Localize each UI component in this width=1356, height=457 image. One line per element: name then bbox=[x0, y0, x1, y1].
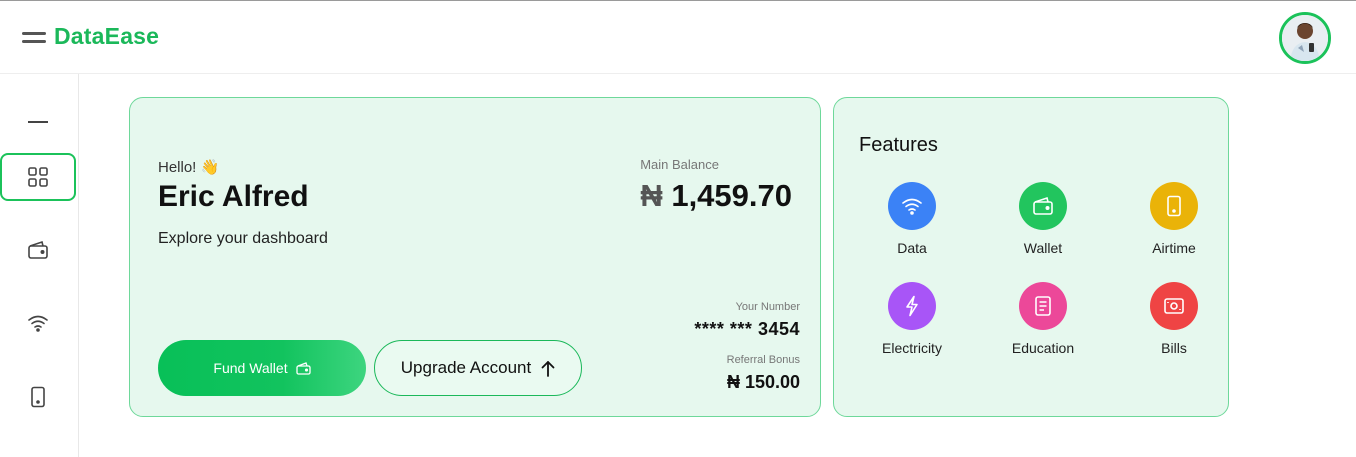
sidebar-item-airtime[interactable] bbox=[0, 373, 76, 421]
feature-label: Electricity bbox=[882, 340, 942, 356]
arrow-up-icon bbox=[541, 360, 555, 377]
feature-airtime[interactable]: Airtime bbox=[1119, 182, 1229, 256]
upgrade-account-button[interactable]: Upgrade Account bbox=[374, 340, 582, 396]
feature-education-badge bbox=[1019, 282, 1067, 330]
sidebar-item-data[interactable] bbox=[0, 299, 76, 347]
your-number-label: Your Number bbox=[735, 301, 800, 313]
book-icon bbox=[1035, 296, 1051, 316]
wallet-icon bbox=[1033, 196, 1053, 215]
main-balance-value: ₦ 1,459.70 bbox=[640, 178, 792, 214]
fund-wallet-button[interactable]: Fund Wallet bbox=[158, 340, 366, 396]
user-name: Eric Alfred bbox=[158, 180, 309, 213]
top-bar: DataEase bbox=[0, 0, 1356, 74]
sidebar-item-dashboard[interactable] bbox=[0, 153, 76, 201]
feature-label: Wallet bbox=[1023, 240, 1063, 256]
main-balance-amount: 1,459.70 bbox=[671, 178, 792, 213]
wifi-icon bbox=[902, 198, 922, 215]
feature-wallet[interactable]: Wallet bbox=[988, 182, 1098, 256]
grid-icon bbox=[28, 167, 48, 187]
feature-airtime-badge bbox=[1150, 182, 1198, 230]
feature-label: Bills bbox=[1161, 340, 1187, 356]
feature-bills[interactable]: Bills bbox=[1119, 282, 1229, 356]
feature-data-badge bbox=[888, 182, 936, 230]
sidebar-collapse-button[interactable] bbox=[0, 98, 76, 146]
feature-label: Data bbox=[897, 240, 927, 256]
wallet-icon bbox=[28, 240, 48, 259]
feature-data[interactable]: Data bbox=[857, 182, 967, 256]
banknote-icon bbox=[1164, 298, 1184, 314]
feature-electricity-badge bbox=[888, 282, 936, 330]
greeting: Hello! 👋 bbox=[158, 159, 220, 176]
your-number-value: **** *** 3454 bbox=[694, 319, 800, 339]
fund-wallet-label: Fund Wallet bbox=[213, 360, 288, 376]
avatar[interactable] bbox=[1279, 12, 1331, 64]
feature-bills-badge bbox=[1150, 282, 1198, 330]
minus-icon bbox=[28, 121, 48, 123]
lightning-icon bbox=[906, 295, 918, 317]
phone-icon bbox=[1167, 195, 1181, 217]
features-card: Features Data Wallet Airtime Electricity… bbox=[833, 97, 1229, 417]
feature-wallet-badge bbox=[1019, 182, 1067, 230]
feature-label: Airtime bbox=[1152, 240, 1196, 256]
menu-icon[interactable] bbox=[22, 32, 46, 44]
feature-label: Education bbox=[1011, 340, 1075, 356]
sidebar-item-wallet[interactable] bbox=[0, 226, 76, 274]
main-balance-label: Main Balance bbox=[640, 157, 719, 172]
sidebar bbox=[0, 74, 79, 457]
feature-electricity[interactable]: Electricity bbox=[857, 282, 967, 356]
welcome-card: Hello! 👋 Eric Alfred Explore your dashbo… bbox=[129, 97, 821, 417]
wallet-icon bbox=[295, 361, 311, 375]
brand-logo[interactable]: DataEase bbox=[54, 23, 159, 50]
referral-bonus-label: Referral Bonus bbox=[726, 354, 800, 366]
phone-icon bbox=[31, 386, 45, 408]
referral-bonus-value: ₦ 150.00 bbox=[726, 372, 800, 392]
wifi-icon bbox=[28, 315, 48, 332]
dashboard-subtitle: Explore your dashboard bbox=[158, 230, 328, 247]
currency-symbol: ₦ bbox=[640, 178, 663, 213]
upgrade-account-label: Upgrade Account bbox=[400, 358, 532, 377]
features-title: Features bbox=[859, 134, 938, 156]
feature-education[interactable]: Education bbox=[988, 282, 1098, 356]
